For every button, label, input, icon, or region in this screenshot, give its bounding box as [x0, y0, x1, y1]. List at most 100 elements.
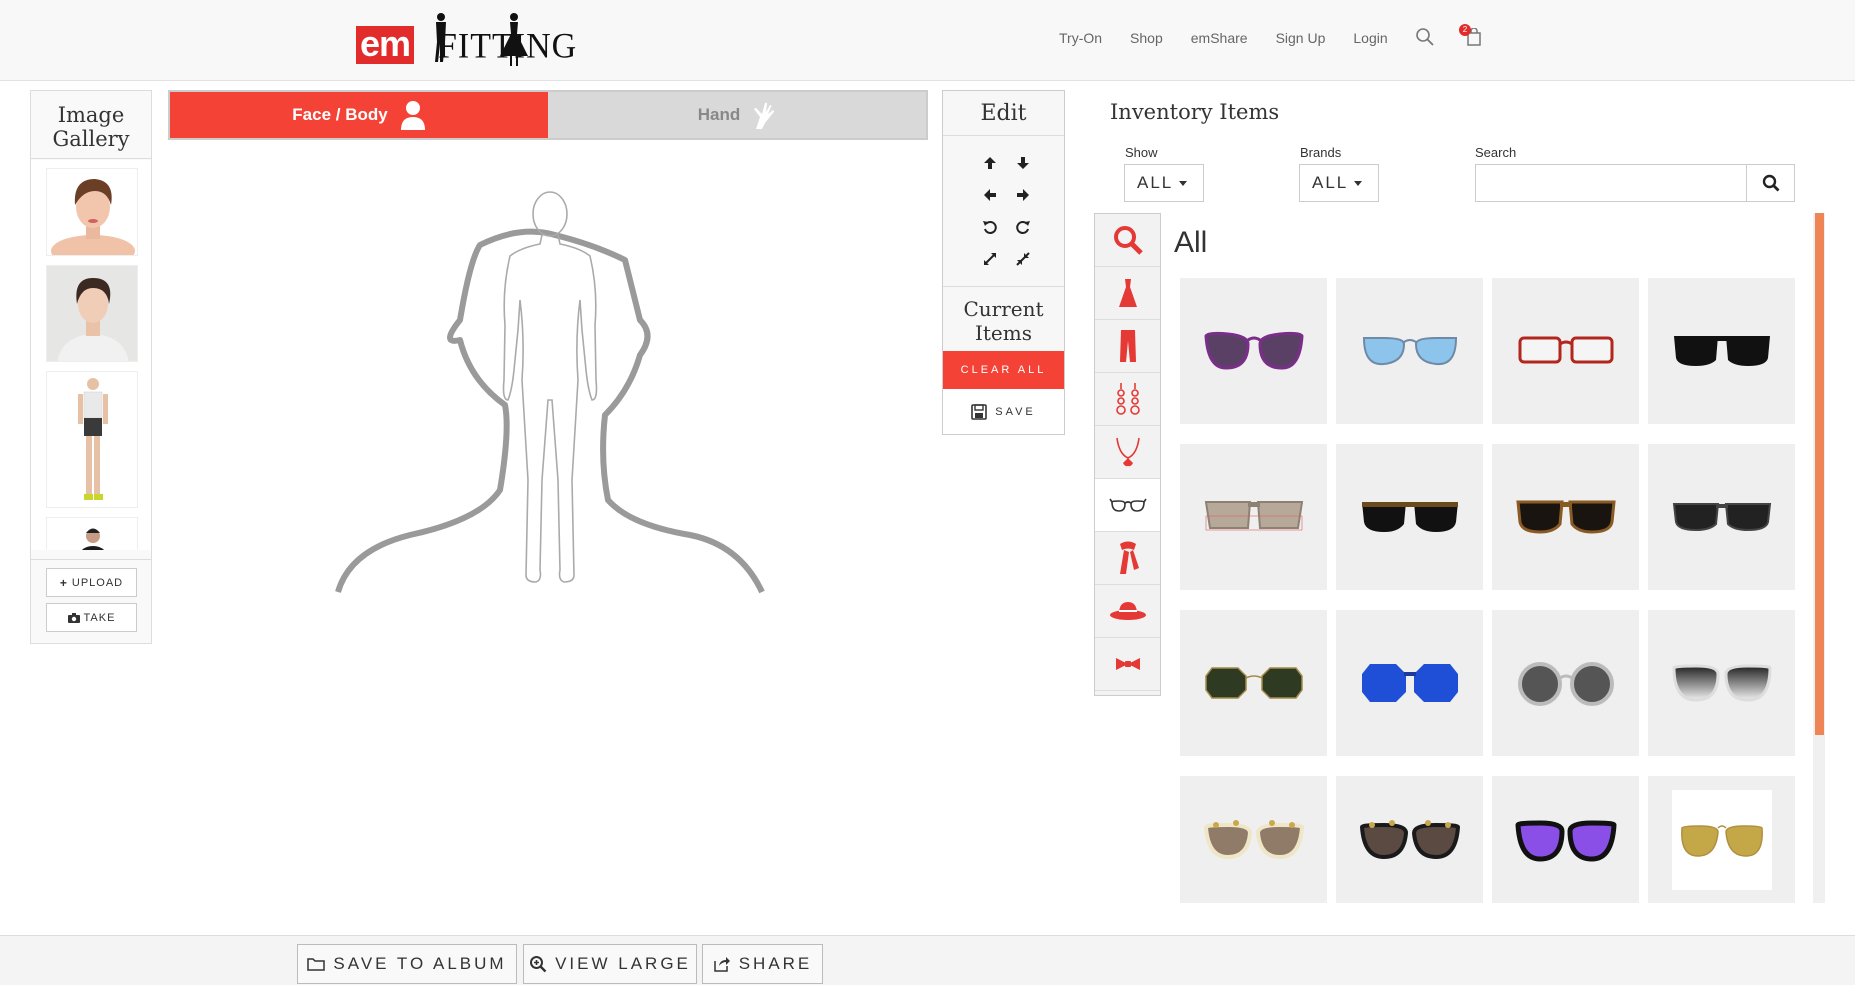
category-search[interactable] [1095, 214, 1160, 267]
cart-button[interactable]: 2 [1459, 24, 1482, 51]
woman-silhouette-icon [500, 13, 528, 66]
gallery-thumb-short-hair-woman[interactable] [46, 168, 138, 256]
save-label: SAVE [995, 405, 1036, 418]
scrollbar-thumb[interactable] [1815, 213, 1824, 735]
shrink-icon[interactable] [1006, 249, 1039, 269]
inventory-scrollbar[interactable] [1813, 213, 1825, 903]
category-bowties[interactable] [1095, 638, 1160, 691]
bottom-action-bar: SAVE TO ALBUM VIEW LARGE SHARE [0, 935, 1855, 985]
inventory-search-button[interactable] [1746, 164, 1795, 202]
zoom-in-icon [530, 956, 547, 973]
rotate-left-icon[interactable] [973, 217, 1006, 237]
edit-title: Edit [943, 91, 1064, 136]
try-on-mode-tabs: Face / Body Hand [168, 90, 928, 140]
glasses-icon [1108, 498, 1147, 512]
share-button[interactable]: SHARE [702, 944, 823, 984]
category-hats[interactable] [1095, 585, 1160, 638]
brands-filter-dropdown[interactable]: ALL [1299, 164, 1379, 202]
category-scarves[interactable] [1095, 532, 1160, 585]
item-green-octagon-sunglasses[interactable] [1180, 610, 1327, 756]
tab-hand[interactable]: Hand [548, 92, 926, 138]
item-blue-mirror-octagon-sunglasses[interactable] [1336, 610, 1483, 756]
upload-button[interactable]: + UPLOAD [46, 568, 137, 597]
item-dark-wrap-sunglasses[interactable] [1648, 444, 1795, 590]
sunglasses-image [1515, 500, 1616, 534]
necklace-icon [1115, 437, 1140, 467]
nav-sign-up[interactable]: Sign Up [1276, 30, 1326, 46]
sunglasses-image [1204, 667, 1303, 699]
item-purple-cateye-sunglasses[interactable] [1180, 278, 1327, 424]
item-black-embellished-sunglasses[interactable] [1336, 776, 1483, 903]
item-gradient-white-sunglasses[interactable] [1648, 610, 1795, 756]
move-down-icon[interactable] [1006, 153, 1039, 173]
inventory-search-input[interactable] [1475, 164, 1747, 202]
man-silhouette-icon [435, 13, 446, 62]
tab-hand-label: Hand [697, 105, 741, 124]
item-gold-aviator-sunglasses[interactable] [1648, 776, 1795, 903]
view-large-button[interactable]: VIEW LARGE [523, 944, 697, 984]
move-left-icon[interactable] [973, 185, 1006, 205]
tab-face-body[interactable]: Face / Body [170, 92, 548, 138]
gallery-actions: + UPLOAD TAKE [31, 559, 151, 632]
sunglasses-image [1517, 662, 1614, 706]
person-bust-icon [400, 101, 425, 130]
main-nav: Try-On Shop emShare Sign Up Login [1059, 30, 1416, 46]
category-necklaces[interactable] [1095, 426, 1160, 479]
nav-try-on[interactable]: Try-On [1059, 30, 1102, 46]
take-photo-button[interactable]: TAKE [46, 603, 137, 632]
nav-shop[interactable]: Shop [1130, 30, 1163, 46]
floppy-disk-icon [971, 403, 988, 420]
portrait-image [47, 266, 137, 361]
nav-emshare[interactable]: emShare [1191, 30, 1248, 46]
save-to-album-button[interactable]: SAVE TO ALBUM [297, 944, 517, 984]
portrait-image [47, 169, 137, 255]
current-items-title: Current Items [943, 286, 1064, 345]
item-cream-embellished-sunglasses[interactable] [1180, 776, 1327, 903]
item-grey-square-sunglasses[interactable] [1180, 444, 1327, 590]
item-round-silver-sunglasses[interactable] [1492, 610, 1639, 756]
show-filter-dropdown[interactable]: ALL [1124, 164, 1204, 202]
item-tortoise-black-sunglasses[interactable] [1336, 444, 1483, 590]
search-icon[interactable] [1415, 27, 1435, 47]
upload-label: UPLOAD [71, 576, 124, 589]
item-brown-square-sunglasses[interactable] [1492, 444, 1639, 590]
show-filter-value: ALL [1137, 173, 1174, 192]
gallery-thumb-man[interactable] [46, 517, 138, 550]
brands-filter-label: Brands [1300, 145, 1342, 160]
sunglasses-image [1361, 502, 1458, 532]
save-items-button[interactable]: SAVE [943, 389, 1064, 434]
gallery-thumb-full-body-woman[interactable] [46, 371, 138, 508]
bowtie-icon [1115, 658, 1140, 670]
item-black-square-sunglasses[interactable] [1648, 278, 1795, 424]
sunglasses-image [1203, 819, 1304, 859]
gallery-title: Image Gallery [31, 91, 151, 159]
rotate-right-icon[interactable] [1006, 217, 1039, 237]
item-blue-aviator-sunglasses[interactable] [1336, 278, 1483, 424]
move-up-icon[interactable] [973, 153, 1006, 173]
brands-filter-value: ALL [1312, 173, 1349, 192]
category-earrings[interactable] [1095, 373, 1160, 426]
try-on-canvas[interactable] [330, 180, 770, 600]
portrait-image [47, 518, 137, 550]
hand-icon [754, 102, 775, 129]
clear-all-button[interactable]: CLEAR ALL [943, 351, 1064, 389]
image-gallery-panel: Image Gallery + UPLOAD TAKE [30, 90, 152, 644]
tab-face-body-label: Face / Body [292, 105, 388, 124]
gallery-thumb-dark-hair-woman[interactable] [46, 265, 138, 362]
nav-login[interactable]: Login [1353, 30, 1387, 46]
emfitting-logo[interactable]: em FITTING [356, 10, 576, 70]
sunglasses-image [1673, 336, 1770, 366]
item-red-frame-eyeglasses[interactable] [1492, 278, 1639, 424]
category-pants[interactable] [1095, 320, 1160, 373]
grid-title: All [1174, 226, 1208, 259]
category-dresses[interactable] [1095, 267, 1160, 320]
share-icon [713, 957, 730, 972]
item-purple-mirror-sunglasses[interactable] [1492, 776, 1639, 903]
sunglasses-image [1671, 664, 1772, 702]
category-glasses[interactable] [1095, 479, 1160, 532]
folder-icon [307, 958, 326, 971]
enlarge-icon[interactable] [973, 249, 1006, 269]
gallery-thumbnail-list[interactable] [31, 160, 151, 550]
move-right-icon[interactable] [1006, 185, 1039, 205]
sunglasses-image [1204, 501, 1303, 531]
